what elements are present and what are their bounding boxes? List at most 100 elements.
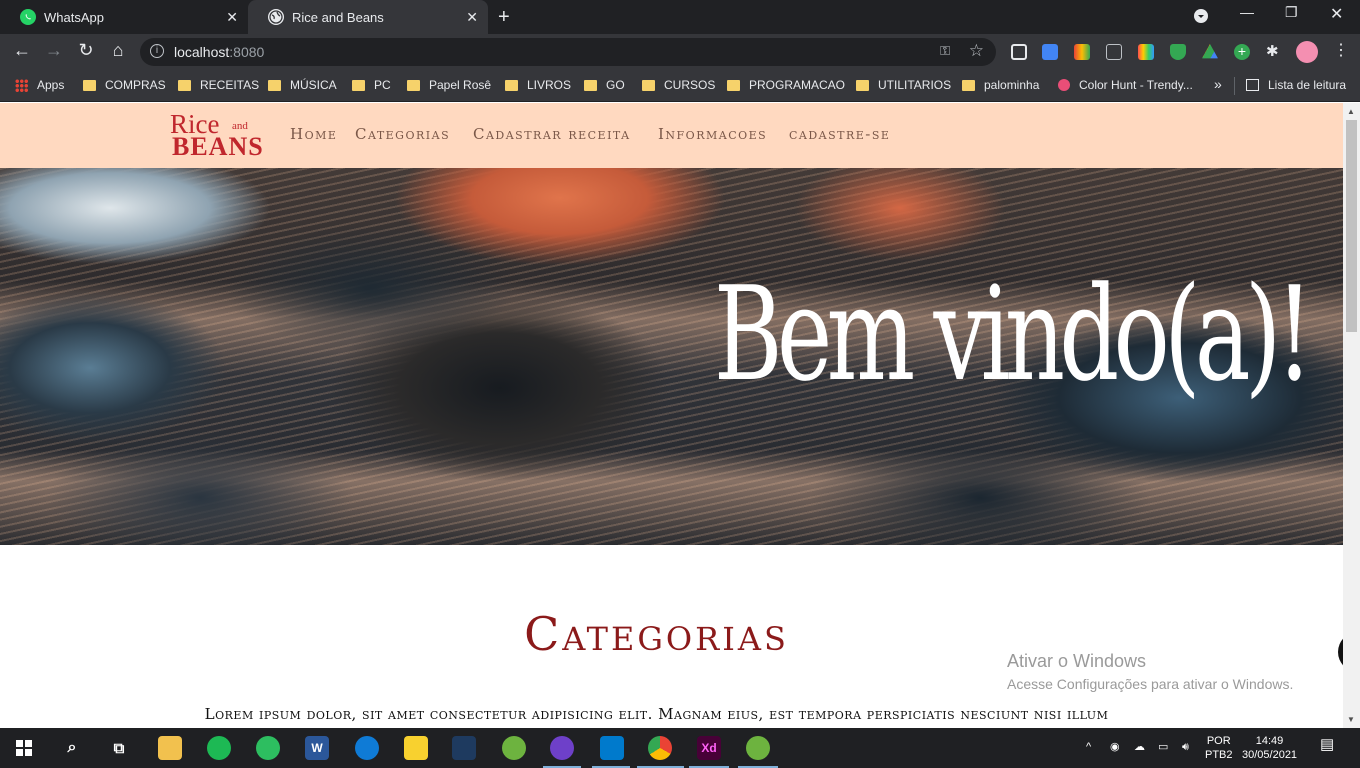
volume-icon[interactable]: 🔊︎ — [1182, 740, 1189, 754]
github-desktop-icon[interactable] — [550, 736, 574, 760]
bookmark-star-icon[interactable]: ☆ — [969, 41, 984, 61]
sticky-notes-icon[interactable] — [404, 736, 428, 760]
avatar[interactable] — [1296, 41, 1318, 63]
adobe-xd-icon[interactable]: Xd — [697, 736, 721, 760]
separator — [1234, 77, 1235, 95]
restore-button[interactable]: ❐ — [1285, 4, 1298, 21]
page-scrollbar[interactable]: ▲ ▼ — [1343, 103, 1360, 728]
evernote-icon[interactable] — [256, 736, 280, 760]
shield-icon[interactable] — [1170, 44, 1186, 60]
bookmark-folder[interactable]: COMPRAS — [83, 78, 166, 92]
folder-icon — [642, 79, 655, 91]
bookmark-folder[interactable]: palominha — [962, 78, 1039, 92]
chrome-icon[interactable] — [648, 736, 672, 760]
windows-taskbar: ⌕ ⧉ W Xd ^ ◉ ☁ ▭ 🔊︎ POR PTB2 14:49 30/05… — [0, 728, 1360, 768]
folder-icon — [727, 79, 740, 91]
tab-rice-and-beans[interactable]: Rice and Beans ✕ — [248, 0, 488, 34]
folder-icon — [962, 79, 975, 91]
spotify-icon[interactable] — [207, 736, 231, 760]
bookmark-folder[interactable]: RECEITAS — [178, 78, 259, 92]
reading-list[interactable]: Lista de leitura — [1246, 78, 1346, 92]
add-extension-icon[interactable]: + — [1234, 44, 1250, 60]
bookmark-folder[interactable]: LIVROS — [505, 78, 571, 92]
tab-whatsapp[interactable]: WhatsApp ✕ — [0, 0, 248, 34]
color-hunt-icon — [1058, 79, 1070, 91]
bookmark-apps[interactable]: Apps — [15, 78, 64, 92]
folder-icon — [268, 79, 281, 91]
hero-title: Bem vindo(a)! — [713, 258, 1312, 410]
notifications-icon[interactable]: ▤ — [1320, 737, 1334, 752]
chevron-up-icon[interactable]: ^ — [1086, 740, 1091, 754]
translate-icon[interactable] — [1042, 44, 1058, 60]
drive-icon[interactable] — [1202, 44, 1218, 59]
reload-icon[interactable]: ↻ — [74, 40, 98, 61]
globe-icon — [268, 9, 284, 25]
folder-icon — [856, 79, 869, 91]
tab-title: WhatsApp — [44, 9, 104, 25]
language-indicator[interactable]: POR PTB2 — [1205, 734, 1233, 762]
mysql-icon[interactable] — [452, 736, 476, 760]
browser-toolbar: ← → ↻ ⌂ i localhost:8080 ⚿ ☆ + ✱ ⋮ — [0, 34, 1360, 70]
nav-link-categorias[interactable]: Categorias — [355, 125, 450, 143]
section-description: Lorem ipsum dolor, sit amet consectetur … — [204, 705, 1109, 723]
nav-link-cadastre-se[interactable]: cadastre-se — [789, 125, 890, 143]
forward-icon[interactable]: → — [42, 40, 66, 61]
tab-strip: WhatsApp ✕ Rice and Beans ✕ + — ❐ ✕ — [0, 0, 1360, 34]
back-icon[interactable]: ← — [10, 40, 34, 61]
new-tab-button[interactable]: + — [498, 6, 510, 29]
extension-icon[interactable] — [1074, 44, 1090, 60]
scroll-down-icon[interactable]: ▼ — [1347, 715, 1355, 724]
cast-icon[interactable] — [1011, 44, 1027, 60]
kebab-menu-icon[interactable]: ⋮ — [1333, 40, 1349, 59]
minimize-button[interactable]: — — [1240, 4, 1254, 20]
bookmark-folder[interactable]: MÚSICA — [268, 78, 337, 92]
meet-now-icon[interactable]: ◉ — [1110, 740, 1120, 754]
reader-icon[interactable] — [1106, 44, 1122, 60]
folder-icon — [584, 79, 597, 91]
network-icon[interactable]: ▭ — [1158, 740, 1168, 754]
spring-icon[interactable] — [502, 736, 526, 760]
more-bookmarks-icon[interactable]: » — [1214, 76, 1222, 92]
vscode-icon[interactable] — [600, 736, 624, 760]
word-icon[interactable]: W — [305, 736, 329, 760]
bookmark-folder[interactable]: UTILITARIOS — [856, 78, 951, 92]
folder-icon — [505, 79, 518, 91]
home-icon[interactable]: ⌂ — [106, 40, 130, 61]
edge-icon[interactable] — [355, 736, 379, 760]
close-tab-icon[interactable]: ✕ — [226, 9, 238, 26]
nav-link-cadastrar-receita[interactable]: Cadastrar receita — [473, 125, 631, 143]
reading-list-icon — [1246, 79, 1259, 91]
folder-icon — [352, 79, 365, 91]
profile-menu-icon[interactable] — [1194, 9, 1208, 26]
bookmark-folder[interactable]: PC — [352, 78, 391, 92]
close-tab-icon[interactable]: ✕ — [466, 9, 478, 26]
info-icon[interactable]: i — [150, 44, 164, 58]
tab-title: Rice and Beans — [292, 9, 384, 25]
whatsapp-icon — [20, 9, 36, 25]
windows-start-icon[interactable] — [12, 736, 36, 760]
onedrive-icon[interactable]: ☁ — [1134, 740, 1145, 754]
clock[interactable]: 14:49 30/05/2021 — [1242, 734, 1297, 762]
bookmark-folder[interactable]: PROGRAMACAO — [727, 78, 845, 92]
url-text[interactable]: localhost:8080 — [174, 44, 264, 60]
bookmark-folder[interactable]: CURSOS — [642, 78, 715, 92]
bookmark-color-hunt[interactable]: Color Hunt - Trendy... — [1058, 78, 1193, 92]
nav-link-informacoes[interactable]: Informacoes — [658, 125, 767, 143]
close-window-button[interactable]: ✕ — [1330, 4, 1343, 24]
bookmark-folder[interactable]: GO — [584, 78, 625, 92]
site-logo[interactable]: Rice and BEANS — [170, 111, 265, 161]
file-explorer-icon[interactable] — [158, 736, 182, 760]
scrollbar-thumb[interactable] — [1346, 120, 1357, 332]
color-palette-icon[interactable] — [1138, 44, 1154, 60]
bookmark-folder[interactable]: Papel Rosê — [407, 78, 491, 92]
puzzle-icon[interactable]: ✱ — [1266, 42, 1282, 60]
folder-icon — [83, 79, 96, 91]
spring-tool-icon[interactable] — [746, 736, 770, 760]
key-icon[interactable]: ⚿ — [940, 43, 950, 59]
scroll-up-icon[interactable]: ▲ — [1347, 107, 1355, 116]
task-view-icon[interactable]: ⧉ — [107, 736, 131, 760]
search-icon[interactable]: ⌕ — [60, 736, 84, 760]
address-bar[interactable]: i localhost:8080 ⚿ ☆ — [140, 38, 996, 66]
folder-icon — [178, 79, 191, 91]
nav-link-home[interactable]: Home — [290, 125, 337, 143]
